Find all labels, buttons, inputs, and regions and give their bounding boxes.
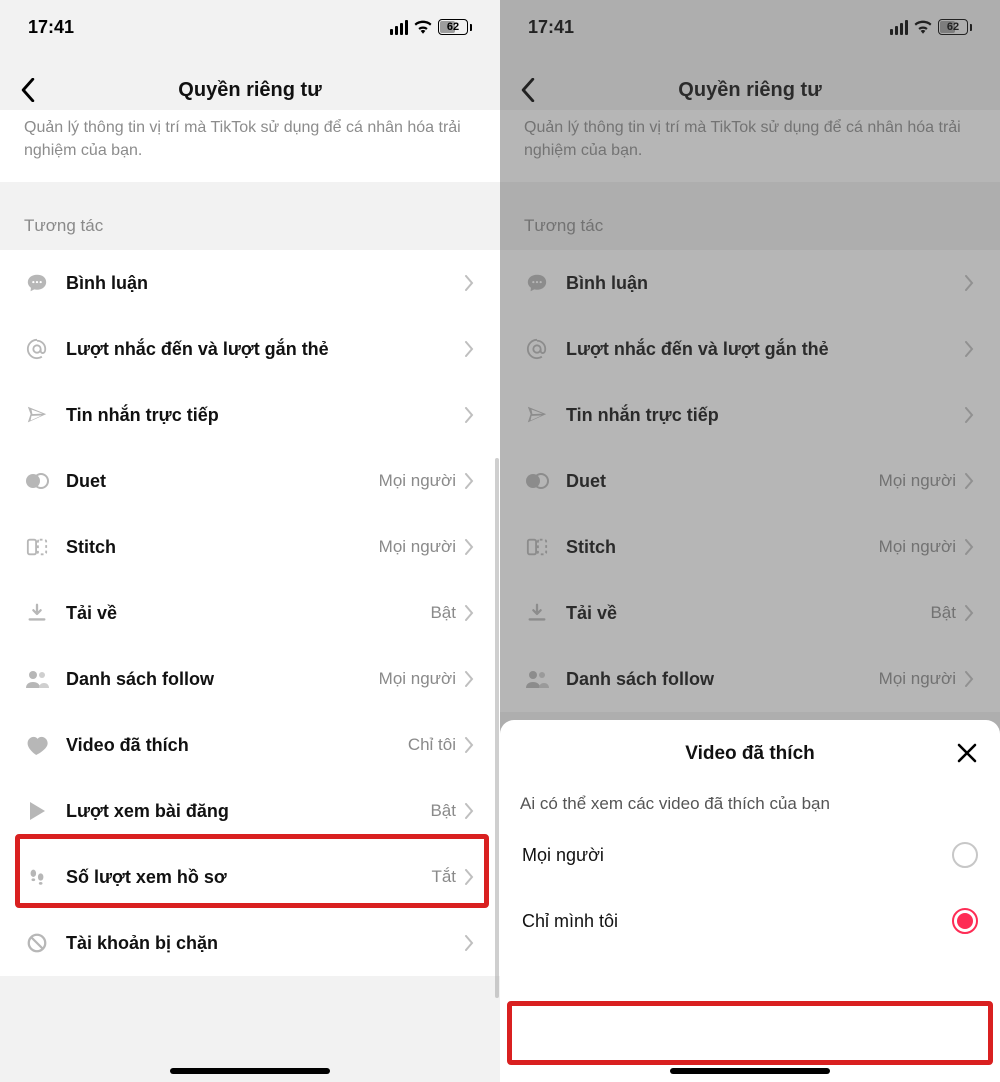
row-value: Bật [430, 801, 456, 821]
settings-content: Quản lý thông tin vị trí mà TikTok sử dụ… [0, 110, 500, 1082]
chevron-right-icon [464, 341, 482, 357]
option-everyone[interactable]: Mọi người [500, 822, 1000, 888]
row-label: Video đã thích [66, 735, 408, 756]
page-title: Quyền riêng tư [178, 79, 321, 102]
status-bar: 17:41 62 [0, 0, 500, 54]
row-blocked[interactable]: Tài khoản bị chặn [0, 910, 500, 976]
row-post-views[interactable]: Lượt xem bài đăng Bật [0, 778, 500, 844]
battery-icon: 62 [438, 19, 472, 35]
sheet-header: Video đã thích [500, 730, 1000, 778]
at-icon [24, 336, 50, 362]
sheet-title: Video đã thích [685, 743, 815, 765]
row-value: Mọi người [379, 471, 456, 491]
row-value: Bật [430, 603, 456, 623]
row-value: Mọi người [379, 669, 456, 689]
scroll-bar[interactable] [495, 458, 499, 998]
row-duet[interactable]: Duet Mọi người [0, 448, 500, 514]
row-label: Danh sách follow [66, 669, 379, 690]
footsteps-icon [24, 864, 50, 890]
home-indicator[interactable] [170, 1068, 330, 1074]
row-comments[interactable]: Bình luận [0, 250, 500, 316]
back-button[interactable] [14, 76, 42, 104]
row-mentions[interactable]: Lượt nhắc đến và lượt gắn thẻ [0, 316, 500, 382]
cellular-icon [390, 20, 408, 35]
radio-checked-icon [952, 908, 978, 934]
blocked-icon [24, 930, 50, 956]
chevron-right-icon [464, 407, 482, 423]
chevron-right-icon [464, 935, 482, 951]
chevron-right-icon [464, 539, 482, 555]
chevron-right-icon [464, 605, 482, 621]
row-stitch[interactable]: Stitch Mọi người [0, 514, 500, 580]
row-liked-videos[interactable]: Video đã thích Chỉ tôi [0, 712, 500, 778]
row-dm[interactable]: Tin nhắn trực tiếp [0, 382, 500, 448]
phone-left: 17:41 62 Quyền riêng tư Quản lý thông ti… [0, 0, 500, 1082]
settings-list: Bình luận Lượt nhắc đến và lượt gắn thẻ … [0, 250, 500, 976]
heart-icon [24, 732, 50, 758]
row-label: Tin nhắn trực tiếp [66, 405, 464, 426]
liked-video-sheet: Video đã thích Ai có thể xem các video đ… [500, 720, 1000, 1082]
row-label: Duet [66, 471, 379, 492]
section-interactions: Tương tác [0, 182, 500, 250]
row-value: Chỉ tôi [408, 735, 456, 755]
row-label: Số lượt xem hồ sơ [66, 867, 431, 888]
download-icon [24, 600, 50, 626]
sheet-subtitle: Ai có thể xem các video đã thích của bạn [500, 778, 1000, 822]
location-desc: Quản lý thông tin vị trí mà TikTok sử dụ… [0, 110, 500, 182]
radio-unchecked-icon [952, 842, 978, 868]
row-value: Tắt [431, 867, 456, 887]
status-icons: 62 [390, 19, 472, 35]
play-icon [24, 798, 50, 824]
battery-percent: 62 [447, 21, 459, 33]
send-icon [24, 402, 50, 428]
option-label: Mọi người [522, 845, 604, 866]
chevron-right-icon [464, 473, 482, 489]
row-profile-views[interactable]: Số lượt xem hồ sơ Tắt [0, 844, 500, 910]
duet-icon [24, 468, 50, 494]
stitch-icon [24, 534, 50, 560]
row-label: Bình luận [66, 273, 464, 294]
chevron-right-icon [464, 671, 482, 687]
status-time: 17:41 [28, 17, 74, 38]
close-button[interactable] [952, 738, 982, 768]
phone-right: 17:41 62 Quyền riêng tư Quản lý thông ti… [500, 0, 1000, 1082]
row-following[interactable]: Danh sách follow Mọi người [0, 646, 500, 712]
row-label: Tài khoản bị chặn [66, 933, 464, 954]
row-label: Lượt nhắc đến và lượt gắn thẻ [66, 339, 464, 360]
row-label: Stitch [66, 537, 379, 558]
chevron-right-icon [464, 275, 482, 291]
chevron-right-icon [464, 803, 482, 819]
chevron-right-icon [464, 869, 482, 885]
wifi-icon [414, 20, 432, 34]
option-only-me[interactable]: Chỉ mình tôi [500, 888, 1000, 954]
comment-icon [24, 270, 50, 296]
row-value: Mọi người [379, 537, 456, 557]
row-label: Lượt xem bài đăng [66, 801, 430, 822]
row-download[interactable]: Tải về Bật [0, 580, 500, 646]
home-indicator[interactable] [670, 1068, 830, 1074]
option-label: Chỉ mình tôi [522, 911, 618, 932]
chevron-right-icon [464, 737, 482, 753]
row-label: Tải về [66, 603, 430, 624]
users-icon [24, 666, 50, 692]
